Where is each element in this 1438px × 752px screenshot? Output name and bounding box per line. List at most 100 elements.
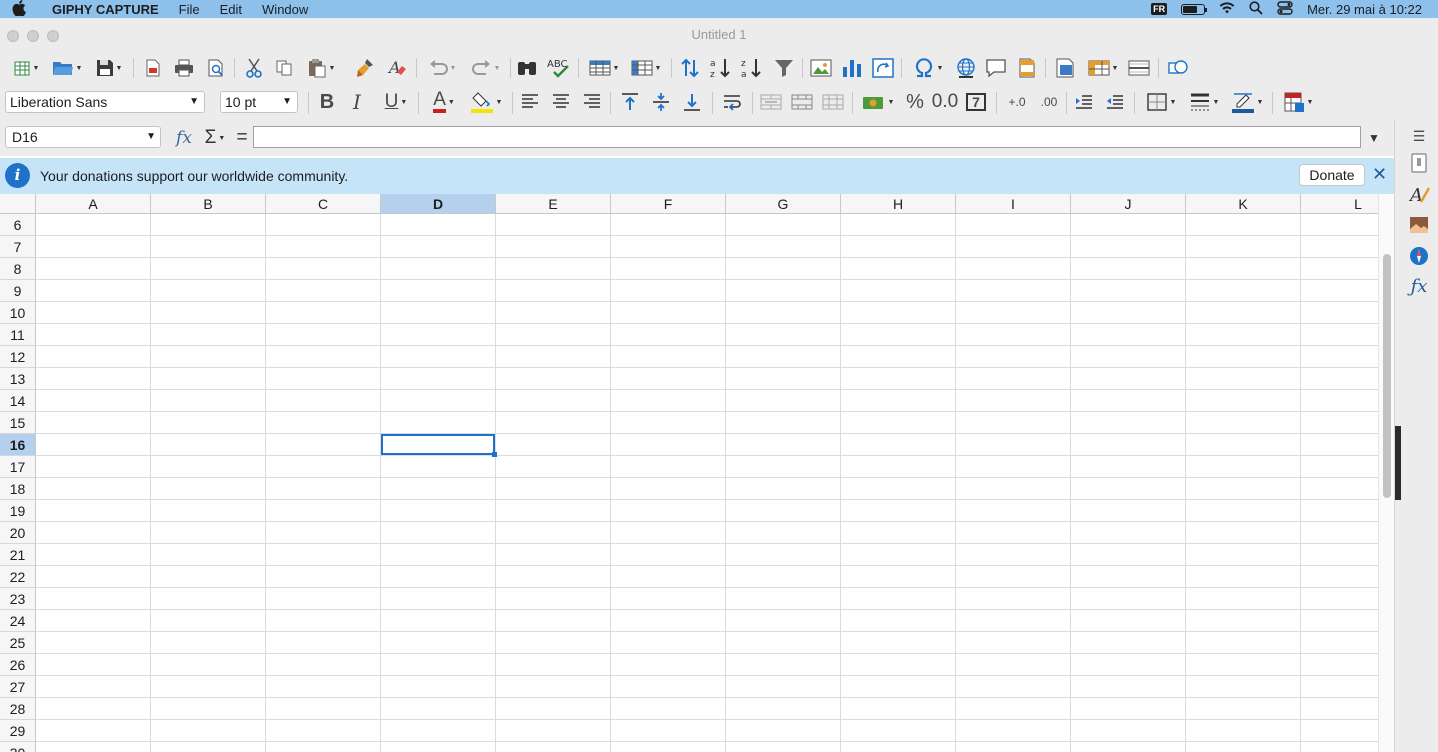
sum-button[interactable]: Σ ▼ — [198, 126, 232, 150]
column-header-d[interactable]: D — [381, 194, 496, 214]
row-header-19[interactable]: 19 — [0, 500, 36, 522]
cut-icon[interactable] — [242, 56, 266, 80]
number-format-button[interactable]: 0.0 — [931, 90, 959, 114]
insert-chart-icon[interactable] — [840, 56, 864, 80]
define-print-area-icon[interactable] — [1052, 56, 1078, 80]
new-document-button[interactable]: ▼ — [8, 56, 44, 80]
sort-icon[interactable] — [678, 56, 702, 80]
headers-footers-icon[interactable] — [1015, 56, 1039, 80]
row-header-29[interactable]: 29 — [0, 720, 36, 742]
paste-button[interactable]: ▼ — [302, 56, 340, 80]
date-format-button[interactable]: 7 — [964, 90, 988, 114]
merge-cells-icon[interactable] — [789, 90, 815, 114]
formula-button[interactable]: = — [232, 126, 252, 150]
redo-button[interactable]: ▼ — [466, 56, 506, 80]
comment-icon[interactable] — [984, 56, 1008, 80]
select-all-corner[interactable] — [0, 194, 36, 214]
percent-format-button[interactable]: % — [903, 90, 927, 114]
center-vertically-icon[interactable] — [649, 90, 673, 114]
row-header-27[interactable]: 27 — [0, 676, 36, 698]
row-header-9[interactable]: 9 — [0, 280, 36, 302]
row-header-25[interactable]: 25 — [0, 632, 36, 654]
print-icon[interactable] — [172, 56, 196, 80]
vertical-scrollbar[interactable] — [1378, 194, 1394, 752]
pivot-table-icon[interactable] — [871, 56, 895, 80]
spotlight-search-icon[interactable] — [1249, 0, 1263, 18]
export-pdf-icon[interactable] — [142, 56, 164, 80]
freeze-rows-columns-button[interactable]: ▼ — [1084, 56, 1122, 80]
row-header-28[interactable]: 28 — [0, 698, 36, 720]
show-draw-functions-icon[interactable] — [1165, 56, 1191, 80]
insert-image-icon[interactable] — [809, 56, 833, 80]
align-bottom-icon[interactable] — [680, 90, 704, 114]
save-button[interactable]: ▼ — [90, 56, 128, 80]
spreadsheet-grid[interactable]: A B C D E F G H I J K L 6 7 8 9 10 11 12 13 14 15 16 17 18 19 20 21… — [0, 194, 1378, 752]
align-right-icon[interactable] — [580, 90, 604, 114]
sort-descending-icon[interactable]: za — [739, 56, 765, 80]
column-header-i[interactable]: I — [956, 194, 1071, 214]
underline-button[interactable]: U ▼ — [376, 90, 416, 114]
highlight-color-button[interactable]: ▼ — [466, 90, 506, 114]
clone-formatting-icon[interactable] — [353, 56, 377, 80]
row-header-8[interactable]: 8 — [0, 258, 36, 280]
column-header-a[interactable]: A — [36, 194, 151, 214]
row-header-30[interactable]: 30 — [0, 742, 36, 752]
print-preview-icon[interactable] — [204, 56, 228, 80]
border-style-button[interactable]: ▼ — [1184, 90, 1224, 114]
copy-icon[interactable] — [272, 56, 296, 80]
wifi-icon[interactable] — [1219, 1, 1235, 17]
wrap-text-icon[interactable] — [720, 90, 744, 114]
donate-button[interactable]: Donate — [1299, 164, 1365, 186]
split-window-icon[interactable] — [1126, 56, 1152, 80]
column-header-g[interactable]: G — [726, 194, 841, 214]
row-header-26[interactable]: 26 — [0, 654, 36, 676]
spelling-icon[interactable]: ABC — [545, 56, 573, 80]
name-box[interactable]: D16 ▼ — [5, 126, 161, 148]
column-header-c[interactable]: C — [266, 194, 381, 214]
row-insert-button[interactable]: ▼ — [585, 56, 623, 80]
battery-icon[interactable] — [1181, 3, 1208, 15]
zoom-window-button[interactable] — [47, 30, 59, 42]
sidebar-collapse-handle[interactable] — [1395, 426, 1401, 500]
close-icon[interactable]: ✕ — [1372, 164, 1387, 185]
row-header-17[interactable]: 17 — [0, 456, 36, 478]
column-header-h[interactable]: H — [841, 194, 956, 214]
row-header-15[interactable]: 15 — [0, 412, 36, 434]
italic-button[interactable]: I — [345, 90, 369, 114]
row-header-21[interactable]: 21 — [0, 544, 36, 566]
menubar-clock[interactable]: Mer. 29 mai à 10:22 — [1307, 2, 1422, 17]
column-header-j[interactable]: J — [1071, 194, 1186, 214]
row-header-14[interactable]: 14 — [0, 390, 36, 412]
navigator-icon[interactable] — [1409, 246, 1429, 266]
border-color-button[interactable]: ▼ — [1226, 90, 1268, 114]
column-insert-button[interactable]: ▼ — [627, 56, 665, 80]
unmerge-cells-icon[interactable] — [820, 90, 846, 114]
align-center-icon[interactable] — [549, 90, 573, 114]
menu-file[interactable]: File — [179, 2, 200, 17]
align-top-icon[interactable] — [618, 90, 642, 114]
special-character-button[interactable]: ▼ — [908, 56, 948, 80]
row-header-11[interactable]: 11 — [0, 324, 36, 346]
formula-input[interactable] — [253, 126, 1361, 148]
sidebar-menu-icon[interactable]: ☰ — [1409, 126, 1429, 146]
minimize-window-button[interactable] — [27, 30, 39, 42]
row-header-7[interactable]: 7 — [0, 236, 36, 258]
app-name-menu[interactable]: GIPHY CAPTURE — [52, 2, 159, 17]
scrollbar-thumb[interactable] — [1383, 254, 1391, 498]
currency-format-button[interactable]: ▼ — [858, 90, 898, 114]
styles-icon[interactable]: A — [1408, 184, 1431, 206]
decrease-indent-icon[interactable] — [1103, 90, 1127, 114]
properties-icon[interactable] — [1409, 153, 1429, 173]
column-header-e[interactable]: E — [496, 194, 611, 214]
clear-formatting-icon[interactable]: A — [385, 56, 409, 80]
row-header-6[interactable]: 6 — [0, 214, 36, 236]
find-replace-icon[interactable] — [515, 56, 539, 80]
column-header-l[interactable]: L — [1301, 194, 1378, 214]
expand-formula-bar-icon[interactable]: ▼ — [1364, 126, 1384, 150]
hyperlink-icon[interactable] — [954, 56, 978, 80]
column-header-b[interactable]: B — [151, 194, 266, 214]
borders-button[interactable]: ▼ — [1140, 90, 1182, 114]
row-header-24[interactable]: 24 — [0, 610, 36, 632]
cell-cursor-d16[interactable] — [381, 434, 497, 457]
column-header-k[interactable]: K — [1186, 194, 1301, 214]
